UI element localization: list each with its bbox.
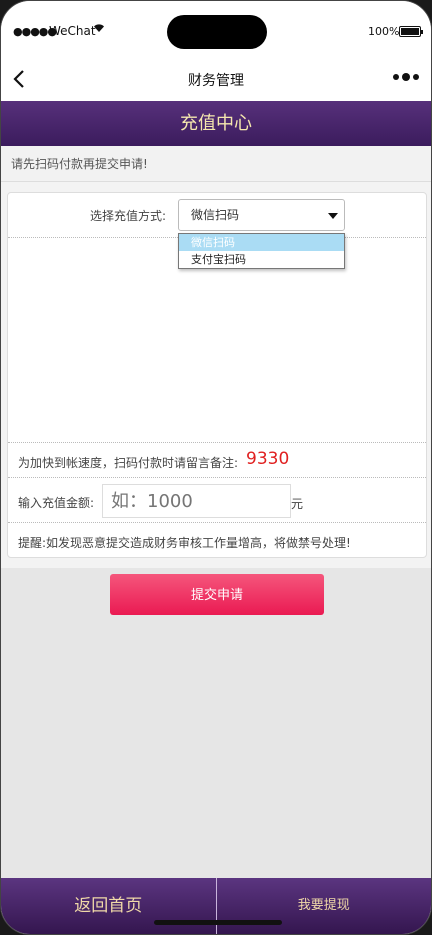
method-label: 选择充值方式: bbox=[90, 209, 167, 223]
recharge-form: 选择充值方式: 微信扫码 微信扫码 支付宝扫码 为加快到帐速度，扫码付款时请留言… bbox=[7, 192, 427, 558]
option-alipay[interactable]: 支付宝扫码 bbox=[179, 251, 344, 268]
withdraw-button[interactable]: 我要提现 bbox=[217, 878, 432, 934]
battery-icon bbox=[399, 26, 423, 37]
method-row: 选择充值方式: 微信扫码 bbox=[8, 193, 426, 238]
home-button[interactable]: 返回首页 bbox=[1, 878, 217, 934]
method-select-value: 微信扫码 bbox=[191, 208, 240, 222]
remark-code: 9330 bbox=[246, 449, 290, 469]
method-select[interactable]: 微信扫码 bbox=[178, 199, 345, 231]
method-dropdown: 微信扫码 支付宝扫码 bbox=[178, 233, 345, 269]
camera-notch bbox=[167, 15, 267, 49]
warning-row: 提醒:如发现恶意提交造成财务审核工作量增高，将做禁号处理! bbox=[8, 523, 426, 559]
warning-text: 提醒:如发现恶意提交造成财务审核工作量增高，将做禁号处理! bbox=[18, 536, 351, 550]
phone-frame: ●●●●● WeChat 100% 财务管理 充值中心 请先扫码付款再提交申请!… bbox=[0, 0, 432, 935]
payment-notice: 请先扫码付款再提交申请! bbox=[1, 146, 431, 182]
amount-unit: 元 bbox=[291, 497, 304, 511]
remark-row: 为加快到帐速度，扫码付款时请留言备注: 9330 bbox=[8, 443, 426, 478]
amount-label: 输入充值金额: bbox=[18, 496, 95, 510]
submit-button[interactable]: 提交申请 bbox=[110, 574, 324, 615]
amount-input[interactable] bbox=[102, 484, 291, 518]
battery-percentage: 100% bbox=[368, 25, 400, 38]
section-header: 充值中心 bbox=[1, 101, 431, 146]
home-indicator[interactable] bbox=[154, 920, 282, 925]
carrier-name: WeChat bbox=[49, 24, 96, 38]
amount-row: 输入充值金额: 元 bbox=[8, 478, 426, 523]
more-options-icon[interactable] bbox=[393, 73, 419, 81]
status-bar: ●●●●● WeChat 100% bbox=[1, 1, 431, 59]
wifi-icon bbox=[93, 23, 105, 36]
remark-label: 为加快到帐速度，扫码付款时请留言备注: bbox=[18, 456, 239, 470]
nav-bar: 财务管理 bbox=[1, 59, 431, 101]
bottom-bar: 返回首页 我要提现 bbox=[1, 878, 431, 934]
chevron-down-icon bbox=[328, 213, 338, 219]
page-title: 财务管理 bbox=[188, 73, 244, 89]
option-wechat[interactable]: 微信扫码 bbox=[179, 234, 344, 251]
